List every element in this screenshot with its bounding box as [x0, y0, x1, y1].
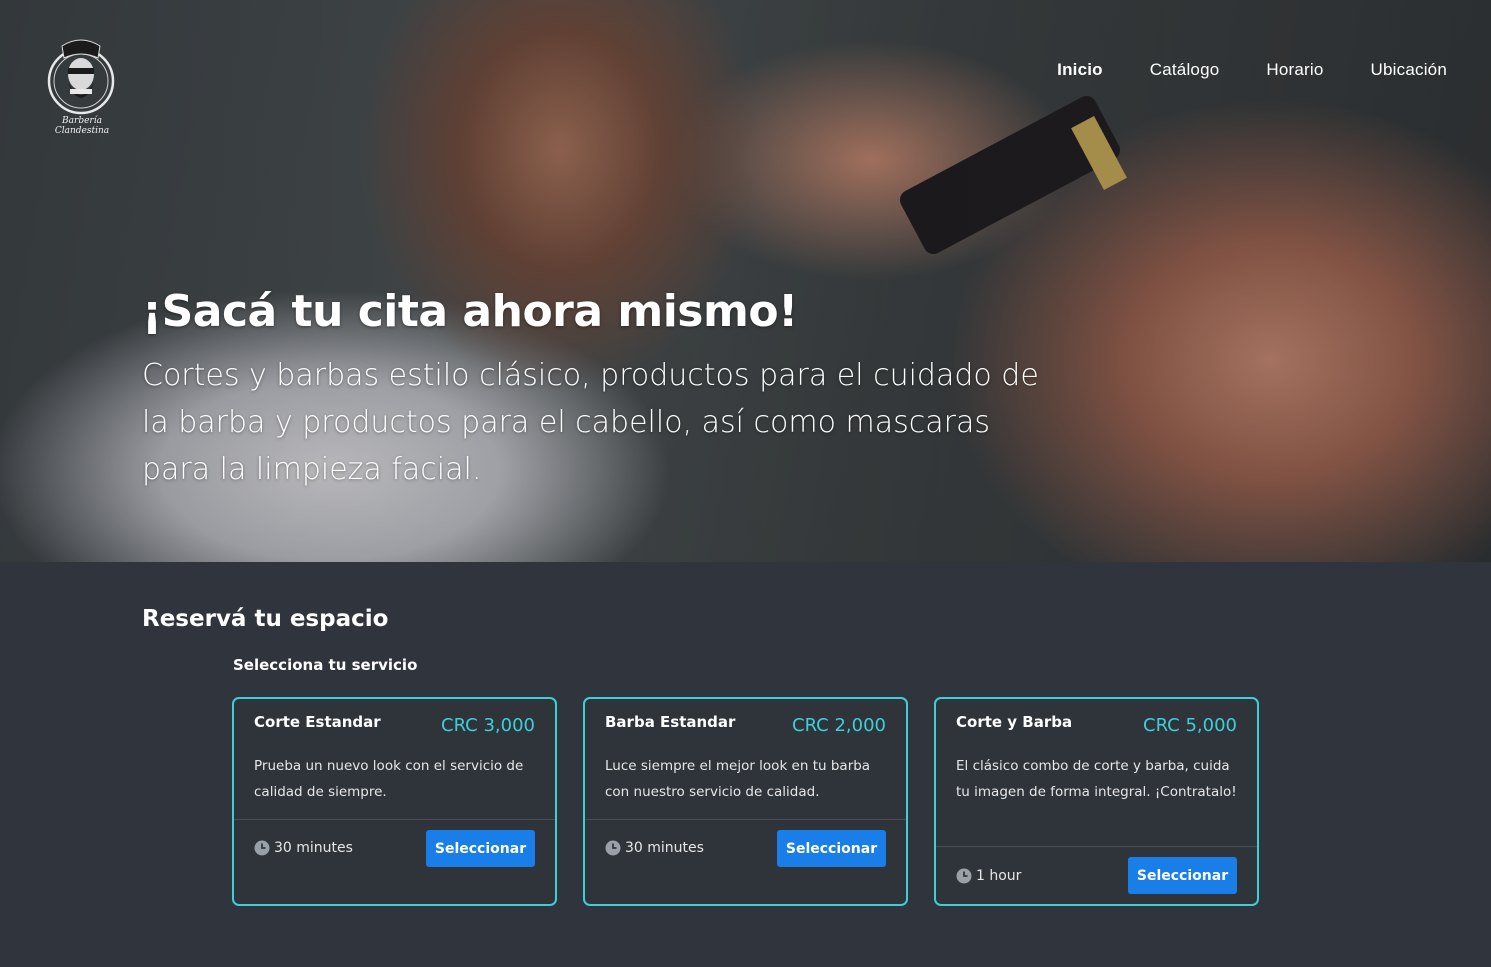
- service-prompt: Selecciona tu servicio: [233, 656, 418, 674]
- service-description: Luce siempre el mejor look en tu barba c…: [605, 758, 871, 800]
- service-duration-label: 30 minutes: [274, 840, 353, 856]
- service-price: CRC 3,000: [441, 715, 535, 736]
- hero-subtitle: Cortes y barbas estilo clásico, producto…: [142, 358, 1039, 487]
- service-price: CRC 2,000: [792, 715, 886, 736]
- service-price: CRC 5,000: [1143, 715, 1237, 736]
- service-name: Corte Estandar: [254, 713, 381, 731]
- brand-logo-text: Barbería Clandestina: [54, 116, 110, 136]
- hero-title: ¡Sacá tu cita ahora mismo!: [142, 286, 798, 337]
- nav-item-catalogo[interactable]: Catálogo: [1150, 60, 1220, 80]
- service-duration-label: 30 minutes: [625, 840, 704, 856]
- service-duration: 1 hour: [956, 868, 1021, 884]
- nav-item-ubicacion[interactable]: Ubicación: [1371, 60, 1447, 80]
- select-service-button[interactable]: Seleccionar: [1128, 857, 1237, 894]
- service-card-list: Corte Estandar CRC 3,000 Prueba un nuevo…: [232, 697, 1259, 906]
- brand-logo[interactable]: [40, 26, 122, 130]
- service-description: Prueba un nuevo look con el servicio de …: [254, 758, 524, 800]
- service-name: Corte y Barba: [956, 713, 1073, 731]
- service-duration: 30 minutes: [254, 840, 353, 856]
- nav-item-inicio[interactable]: Inicio: [1057, 60, 1103, 80]
- service-duration: 30 minutes: [605, 840, 704, 856]
- booking-heading: Reservá tu espacio: [142, 606, 389, 632]
- clock-icon: [956, 868, 972, 884]
- service-duration-label: 1 hour: [976, 868, 1022, 884]
- clock-icon: [605, 840, 621, 856]
- service-card: Corte y Barba CRC 5,000 El clásico combo…: [934, 697, 1259, 906]
- main-nav: Inicio Catálogo Horario Ubicación: [1057, 60, 1447, 80]
- clock-icon: [254, 840, 270, 856]
- select-service-button[interactable]: Seleccionar: [426, 830, 535, 867]
- select-service-button[interactable]: Seleccionar: [777, 830, 886, 867]
- hero-banner: Barbería Clandestina Inicio Catálogo Hor…: [0, 0, 1491, 562]
- nav-item-horario[interactable]: Horario: [1266, 60, 1323, 80]
- service-description: El clásico combo de corte y barba, cuida…: [956, 758, 1237, 800]
- service-name: Barba Estandar: [605, 713, 736, 731]
- service-card: Barba Estandar CRC 2,000 Luce siempre el…: [583, 697, 908, 906]
- service-card: Corte Estandar CRC 3,000 Prueba un nuevo…: [232, 697, 557, 906]
